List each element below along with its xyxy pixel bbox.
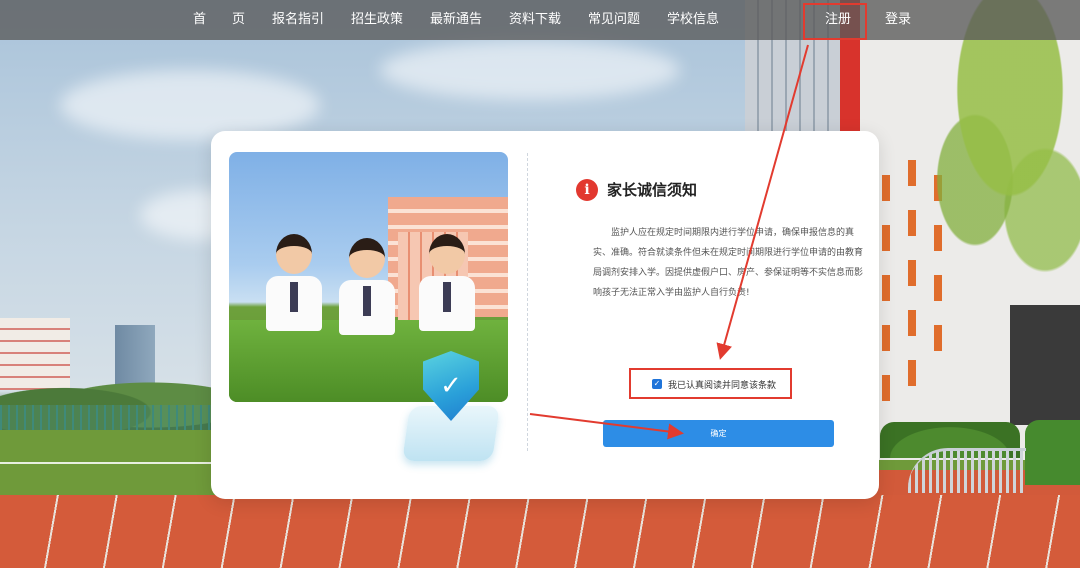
cloud [380, 40, 680, 100]
agree-checkbox[interactable]: ✓ [652, 379, 662, 389]
nav-item-policy[interactable]: 招生政策 [351, 0, 403, 40]
parent-integrity-modal: ✓ i 家长诚信须知 监护人应在规定时间期限内进行学位申请，确保申报信息的真实、… [211, 131, 879, 499]
field-line [0, 462, 215, 464]
nav-item-notices[interactable]: 最新通告 [430, 0, 482, 40]
cloud [60, 70, 320, 140]
tree-right [905, 0, 1080, 300]
nav-item-home[interactable]: 首 页 [193, 0, 245, 40]
info-icon: i [576, 179, 598, 201]
doorway [1010, 305, 1080, 425]
agree-checkbox-row[interactable]: ✓ 我已认真阅读并同意该条款 [652, 378, 777, 391]
confirm-button[interactable]: 确定 [603, 420, 834, 447]
notice-body: 监护人应在规定时间期限内进行学位申请，确保申报信息的真实、准确。符合就读条件但未… [593, 228, 864, 298]
login-link[interactable]: 登录 [885, 0, 911, 40]
agree-label: 我已认真阅读并同意该条款 [668, 380, 777, 391]
nav-item-guide[interactable]: 报名指引 [272, 0, 324, 40]
window [908, 360, 916, 386]
dashed-divider [527, 153, 528, 451]
shield-illustration: ✓ [401, 351, 501, 466]
window [908, 310, 916, 336]
notice-title: 家长诚信须知 [607, 181, 698, 199]
window [882, 175, 890, 201]
student-figure [337, 238, 397, 348]
window [882, 325, 890, 351]
top-nav: 首 页 报名指引 招生政策 最新通告 资料下载 常见问题 学校信息 注册 登录 [0, 0, 1080, 40]
fence [0, 405, 215, 433]
window [882, 375, 890, 401]
nav-item-school-info[interactable]: 学校信息 [667, 0, 719, 40]
window [882, 225, 890, 251]
running-track [0, 495, 1080, 568]
nav-item-downloads[interactable]: 资料下载 [509, 0, 561, 40]
student-figure [417, 234, 477, 344]
nav-item-faq[interactable]: 常见问题 [588, 0, 640, 40]
window [882, 275, 890, 301]
window [934, 325, 942, 351]
register-highlight-box [803, 3, 867, 40]
student-figure [264, 234, 324, 344]
railing [908, 448, 1026, 493]
hedge [1025, 420, 1080, 485]
